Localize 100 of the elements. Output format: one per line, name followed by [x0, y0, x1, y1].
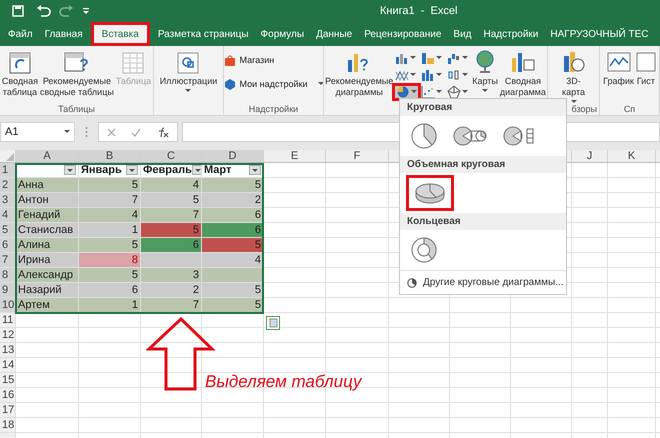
checkmark-icon[interactable] [131, 128, 142, 136]
column-chart-icon[interactable] [395, 52, 410, 64]
table-cell: 5 [201, 238, 263, 252]
row-header[interactable]: 4 [0, 208, 15, 222]
ribbon-tab[interactable]: Вид [447, 22, 478, 46]
row-header[interactable]: 16 [0, 388, 15, 402]
row-header[interactable]: 15 [0, 373, 15, 387]
table-cell: 4 [140, 178, 201, 192]
group-label: Надстройки [248, 103, 298, 115]
ribbon-button[interactable]: Рекомендуемые сводные таблицы [40, 50, 114, 98]
ribbon-button[interactable]: Карты [472, 50, 498, 93]
caret-icon [462, 90, 468, 94]
row-header[interactable]: 10 [0, 298, 15, 312]
table-cell: 2 [140, 283, 201, 297]
row-header[interactable]: 17 [0, 403, 15, 417]
row-header[interactable]: 14 [0, 358, 15, 372]
ribbon-button[interactable]: Мои надстройки [224, 78, 323, 91]
ribbon-button[interactable]: 3D- карта [562, 50, 586, 104]
caret-icon [64, 130, 70, 134]
table-cell: 5 [140, 223, 201, 237]
ribbon-tab[interactable]: Вставка [90, 22, 150, 46]
column-header[interactable]: C [140, 150, 201, 162]
quick-analysis-icon[interactable] [266, 316, 280, 330]
column-header[interactable]: J [571, 150, 607, 162]
function-icon[interactable] [157, 126, 170, 138]
table-cell: 7 [140, 298, 201, 312]
chart-type-option[interactable] [407, 176, 453, 210]
row-header[interactable]: 7 [0, 253, 15, 267]
table-cell: 6 [78, 283, 140, 297]
ribbon-tab[interactable]: Надстройки [478, 22, 544, 46]
stacked-chart-icon[interactable] [421, 52, 436, 64]
row-header[interactable]: 8 [0, 268, 15, 282]
table-cell: Ирина [15, 253, 78, 267]
redo-icon[interactable] [58, 5, 74, 17]
column-header[interactable]: F [325, 150, 388, 162]
table-cell: 1 [78, 223, 140, 237]
table-cell: 5 [201, 178, 263, 192]
section-heading: Круговая [400, 99, 566, 116]
name-box[interactable]: A1 [0, 122, 75, 142]
column-header[interactable]: K [607, 150, 655, 162]
row-header[interactable]: 11 [0, 313, 15, 327]
pie-chart-button[interactable] [395, 86, 418, 98]
waterfall-chart-icon[interactable] [447, 52, 462, 64]
table-cell: Генадий [15, 208, 78, 222]
table-cell: 6 [140, 238, 201, 252]
row-header[interactable]: 9 [0, 283, 15, 297]
ribbon-button[interactable]: Сводная таблица [2, 50, 38, 98]
line-chart-icon[interactable] [395, 69, 410, 81]
filter-dropdown-icon[interactable] [249, 165, 261, 175]
caret-icon [462, 73, 468, 77]
row-header[interactable]: 18 [0, 418, 15, 432]
bar-of-pie-chart-icon [502, 124, 536, 148]
ribbon-tab[interactable]: Рецензирование [358, 22, 448, 46]
ribbon-tab[interactable]: Формулы [254, 22, 310, 46]
annotation-caption: Выделяем таблицу [205, 371, 362, 393]
donut-chart-icon [410, 236, 438, 264]
globe-icon [474, 50, 496, 74]
ribbon-tab[interactable]: Файл [2, 22, 39, 46]
more-charts-link[interactable]: Другие круговые диаграммы... [400, 270, 566, 294]
ribbon-button[interactable]: Иллюстрации [160, 50, 218, 93]
filter-dropdown-icon[interactable] [64, 165, 76, 175]
undo-icon[interactable] [36, 5, 52, 17]
row-header[interactable]: 2 [0, 178, 15, 192]
ribbon-button[interactable]: Рекомендуемые диаграммы [325, 50, 394, 98]
ribbon-tab[interactable]: Главная [38, 22, 89, 46]
customize-menu-icon[interactable] [82, 7, 90, 15]
table-cell: 7 [78, 193, 140, 207]
row-header[interactable]: 5 [0, 223, 15, 237]
table-cell: 6 [201, 208, 263, 222]
group-label: Таблицы [58, 103, 95, 115]
row-header[interactable]: 12 [0, 328, 15, 342]
ribbon-button[interactable]: Гист [636, 50, 656, 87]
radar-chart-icon[interactable] [447, 86, 462, 98]
column-header[interactable]: B [78, 150, 140, 162]
filter-dropdown-icon[interactable] [126, 165, 138, 175]
row-header[interactable]: 1 [0, 163, 15, 177]
pie-of-pie-chart-icon [452, 124, 488, 148]
ribbon-tab[interactable]: Данные [310, 22, 358, 46]
table-cell: Анна [15, 178, 78, 192]
column-header[interactable]: A [15, 150, 78, 162]
caret-icon [436, 90, 442, 94]
scatter-chart-icon[interactable] [421, 86, 436, 98]
ribbon-button[interactable]: Магазин [224, 54, 323, 68]
row-header[interactable]: 13 [0, 343, 15, 357]
row-header[interactable]: 3 [0, 193, 15, 207]
histogram-icon[interactable] [421, 69, 436, 81]
row-header[interactable]: 6 [0, 238, 15, 252]
column-heading: Январь [81, 163, 122, 177]
section-heading: Объемная круговая [400, 156, 566, 173]
table-cell: Назарий [15, 283, 78, 297]
save-icon[interactable] [12, 5, 24, 17]
pie-chart-icon [410, 122, 438, 150]
ribbon-tab[interactable]: Разметка страницы [152, 22, 255, 46]
ribbon-button[interactable]: График [603, 50, 634, 87]
column-header[interactable]: D [201, 150, 263, 162]
ribbon-tab[interactable]: НАГРУЗОЧНЫЙ ТЕС [544, 22, 654, 46]
table-cell: Алина [15, 238, 78, 252]
box-chart-icon[interactable] [447, 69, 462, 81]
column-header[interactable]: E [263, 150, 325, 162]
table-cell: Александр [15, 268, 78, 282]
